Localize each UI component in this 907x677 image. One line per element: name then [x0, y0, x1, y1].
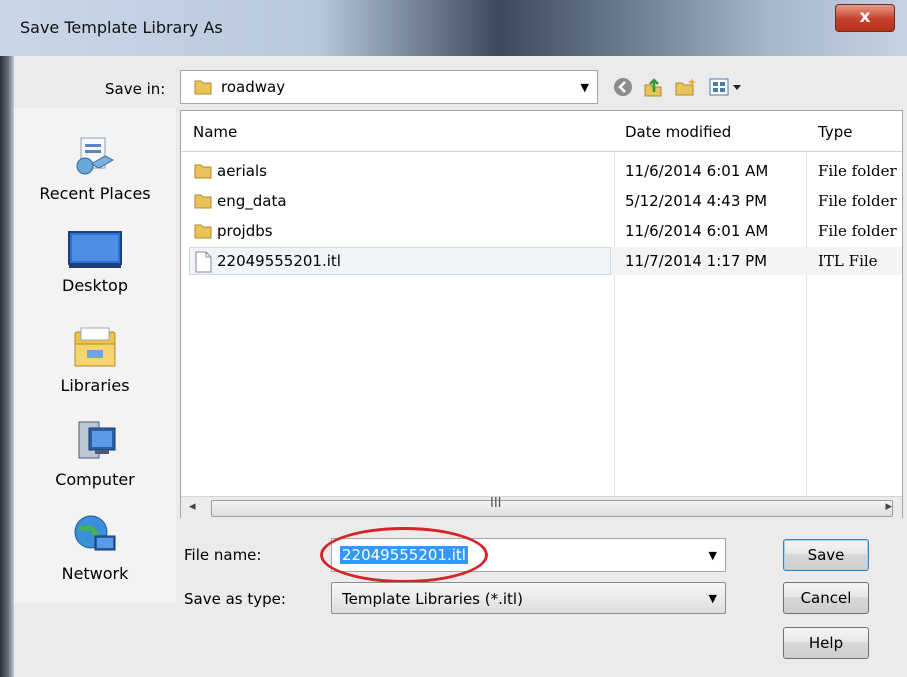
- place-libraries[interactable]: Libraries: [14, 324, 176, 395]
- scrollbar-grip: III: [490, 496, 502, 511]
- up-folder-icon[interactable]: [642, 76, 668, 100]
- file-date: 11/7/2014 1:17 PM: [625, 252, 768, 270]
- chevron-down-icon[interactable]: ▼: [709, 549, 717, 562]
- back-icon[interactable]: [612, 76, 638, 100]
- desktop-icon: [68, 231, 122, 268]
- chevron-down-icon: ▼: [580, 81, 589, 94]
- highlight-annotation: [320, 527, 488, 583]
- save-in-label: Save in:: [105, 80, 166, 98]
- chevron-down-icon: ▼: [708, 592, 717, 605]
- place-label: Network: [61, 564, 129, 583]
- place-label: Libraries: [60, 376, 130, 395]
- column-header-name[interactable]: Name: [193, 123, 237, 141]
- save-as-type-label: Save as type:: [184, 590, 286, 608]
- place-desktop[interactable]: Desktop: [14, 228, 176, 295]
- file-name: 22049555201.itl: [217, 252, 341, 270]
- places-bar: Recent Places Desktop Libraries Computer: [14, 108, 176, 603]
- save-as-type-value: Template Libraries (*.itl): [342, 590, 523, 608]
- file-row[interactable]: eng_data 5/12/2014 4:43 PM File folder: [181, 186, 902, 216]
- file-list[interactable]: Name Date modified Type aerials 11/6/201…: [180, 110, 903, 518]
- place-recent-places[interactable]: Recent Places: [14, 132, 176, 203]
- close-button[interactable]: x: [835, 4, 895, 32]
- place-label: Desktop: [62, 276, 128, 295]
- place-label: Recent Places: [39, 184, 151, 203]
- save-in-dropdown[interactable]: roadway ▼: [180, 70, 598, 104]
- place-label: Computer: [55, 470, 135, 489]
- file-row[interactable]: aerials 11/6/2014 6:01 AM File folder: [181, 156, 902, 186]
- folder-icon: [193, 77, 213, 101]
- column-header-date[interactable]: Date modified: [625, 123, 731, 141]
- place-computer[interactable]: Computer: [14, 418, 176, 489]
- title-bar: Save Template Library As x: [0, 0, 907, 57]
- window-title: Save Template Library As: [20, 18, 223, 37]
- place-network[interactable]: Network: [14, 512, 176, 583]
- file-date: 11/6/2014 6:01 AM: [625, 222, 769, 240]
- new-folder-icon[interactable]: [674, 76, 700, 100]
- folder-icon: [193, 191, 213, 215]
- libraries-icon: [74, 327, 116, 367]
- computer-icon: [78, 421, 116, 459]
- network-icon: [74, 515, 116, 551]
- file-name: projdbs: [217, 222, 273, 240]
- recent-places-icon: [76, 137, 115, 175]
- file-icon: [193, 251, 213, 277]
- file-type: ITL File: [818, 252, 878, 270]
- file-type: File folder: [818, 192, 897, 210]
- window-frame: [0, 56, 14, 677]
- file-row-selected[interactable]: 22049555201.itl 11/7/2014 1:17 PM ITL Fi…: [181, 246, 902, 276]
- file-name-label: File name:: [184, 546, 262, 564]
- column-header-type[interactable]: Type: [818, 123, 852, 141]
- file-name: eng_data: [217, 192, 287, 210]
- file-type: File folder: [818, 162, 897, 180]
- cancel-button[interactable]: Cancel: [783, 582, 869, 614]
- save-as-type-dropdown[interactable]: Template Libraries (*.itl) ▼: [331, 582, 726, 614]
- folder-icon: [193, 221, 213, 245]
- file-name: aerials: [217, 162, 267, 180]
- file-date: 11/6/2014 6:01 AM: [625, 162, 769, 180]
- scroll-right-icon[interactable]: ▸: [885, 499, 892, 514]
- save-button[interactable]: Save: [783, 539, 869, 571]
- scrollbar-thumb[interactable]: III: [211, 496, 893, 517]
- help-button[interactable]: Help: [783, 627, 869, 659]
- horizontal-scrollbar[interactable]: ◂ III ▸: [181, 496, 902, 518]
- file-row[interactable]: projdbs 11/6/2014 6:01 AM File folder: [181, 216, 902, 246]
- view-menu-icon[interactable]: [708, 76, 748, 100]
- scroll-left-icon[interactable]: ◂: [189, 499, 196, 514]
- column-header-row: Name Date modified Type: [181, 111, 902, 152]
- save-in-value: roadway: [221, 78, 286, 96]
- file-type: File folder: [818, 222, 897, 240]
- file-date: 5/12/2014 4:43 PM: [625, 192, 768, 210]
- folder-icon: [193, 161, 213, 185]
